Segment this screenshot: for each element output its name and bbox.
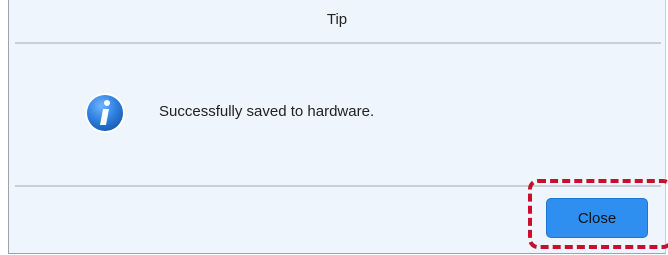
dialog-message: Successfully saved to hardware.: [159, 103, 375, 120]
close-button[interactable]: Close: [546, 198, 648, 238]
tip-dialog: Tip Successfully saved to hardware. Clos…: [8, 0, 668, 254]
title-divider: [15, 42, 661, 44]
dialog-title: Tip: [326, 10, 348, 28]
dialog-titlebar: Tip: [9, 0, 665, 42]
footer-divider: [15, 185, 661, 187]
info-icon: [85, 93, 125, 133]
